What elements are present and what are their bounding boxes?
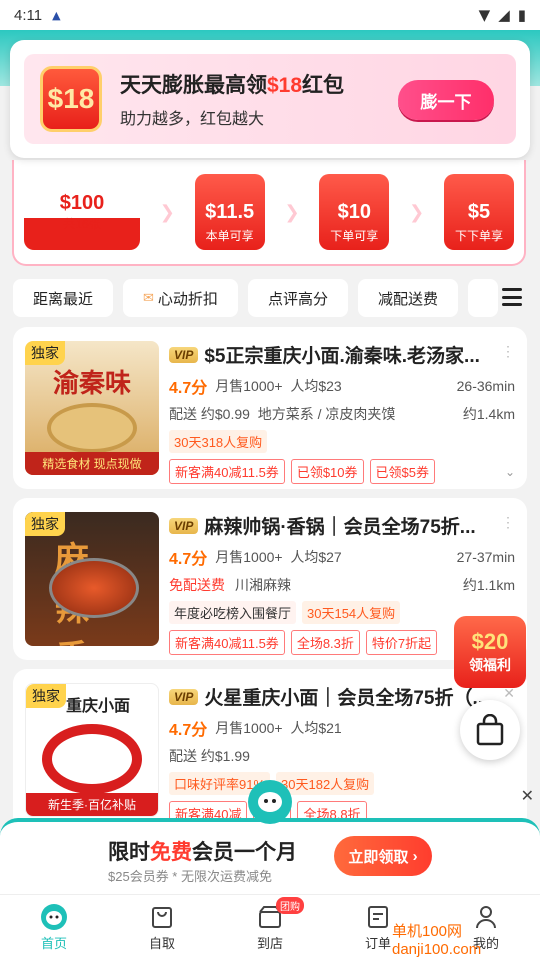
pickup-bag-icon [152,907,172,928]
nav-in-store[interactable]: 团购 到店 [230,897,310,952]
nav-home[interactable]: 首页 [14,903,94,952]
mascot-icon [248,780,292,824]
filter-delivery-fee[interactable]: 减配送费 [357,279,458,317]
coupon-item[interactable]: $100 共16张 [24,174,140,250]
menu-icon[interactable] [502,288,522,306]
store-card[interactable]: 独家 渝秦味 精选食材 现点现做 ⋮ VIP $5正宗重庆小面.渝秦味.老汤家..… [13,327,527,489]
store-card[interactable]: 独家 麻辣香锅 ⋮ VIP麻辣帅锅·香锅｜会员全场75折... 4.7分月售10… [13,498,527,660]
promo-subtitle: $25会员券 * 无限次运费减免 [108,869,272,884]
expand-button[interactable]: 膨一下 [398,80,494,120]
popup-subtitle: 助力越多，红包越大 [120,111,265,128]
store-image: 独家 重庆小面 新生季·百亿补贴 [25,683,159,817]
orders-icon [368,906,388,928]
status-time: 4:11 [14,6,43,24]
more-icon[interactable]: ⋮ [501,343,515,360]
store-name: $5正宗重庆小面.渝秦味.老汤家... [204,346,480,367]
coupon-item[interactable]: $11.5 本单可享 [194,174,265,250]
chevron-down-icon[interactable]: ⌄ [505,465,515,479]
filter-more[interactable] [467,279,498,317]
close-icon[interactable]: ✕ [521,786,534,805]
battery-icon: ▮ [517,6,526,24]
notification-icon: ▲ [52,8,61,22]
coupon-item[interactable]: $5 下下单享 [443,174,514,250]
home-icon [41,904,67,930]
signal-icon: ◢ [498,6,510,24]
red-packet-popup[interactable]: $18 天天膨胀最高领$18红包 助力越多，红包越大 膨一下 [10,40,530,158]
filter-rating[interactable]: 点评高分 [247,279,348,317]
more-icon[interactable]: ⋮ [501,514,515,531]
red-packet-icon: $18 [40,66,102,132]
welfare-float[interactable]: $20 领福利 [454,616,526,688]
chevron-right-icon: ❯ [159,201,175,223]
store-image: 独家 渝秦味 精选食材 现点现做 [25,341,159,475]
site-watermark: 单机100网 danji100.com [392,923,482,958]
filter-nearest[interactable]: 距离最近 [13,279,114,317]
store-image: 独家 麻辣香锅 [25,512,159,646]
promo-title: 限时免费会员一个月 [108,841,297,864]
popup-title: 天天膨胀最高领$18红包 [120,74,345,97]
nav-pickup[interactable]: 自取 [122,903,202,952]
status-bar: 4:11 ▲ ▼ ◢ ▮ [0,0,540,30]
discount-icon: ✉ [143,290,154,305]
chevron-right-icon: ❯ [284,201,300,223]
cart-bag-icon[interactable] [460,700,520,760]
filter-bar: 距离最近 ✉ 心动折扣 点评高分 减配送费 [0,278,540,318]
vip-badge: VIP [169,346,199,363]
coupon-strip: $100 共16张 ❯ $11.5 本单可享 ❯ $10 下单可享 ❯ $5 下… [12,160,526,266]
claim-button[interactable]: 立即领取 › [334,836,432,876]
filter-discount[interactable]: ✉ 心动折扣 [123,279,238,317]
store-name: 火星重庆小面｜会员全场75折（... [204,688,489,709]
chevron-right-icon: ❯ [409,201,425,223]
wifi-icon: ▼ [478,6,491,24]
store-name: 麻辣帅锅·香锅｜会员全场75折... [204,517,476,538]
coupon-item[interactable]: $10 下单可享 [319,174,390,250]
groupbuy-badge: 团购 [276,897,304,914]
